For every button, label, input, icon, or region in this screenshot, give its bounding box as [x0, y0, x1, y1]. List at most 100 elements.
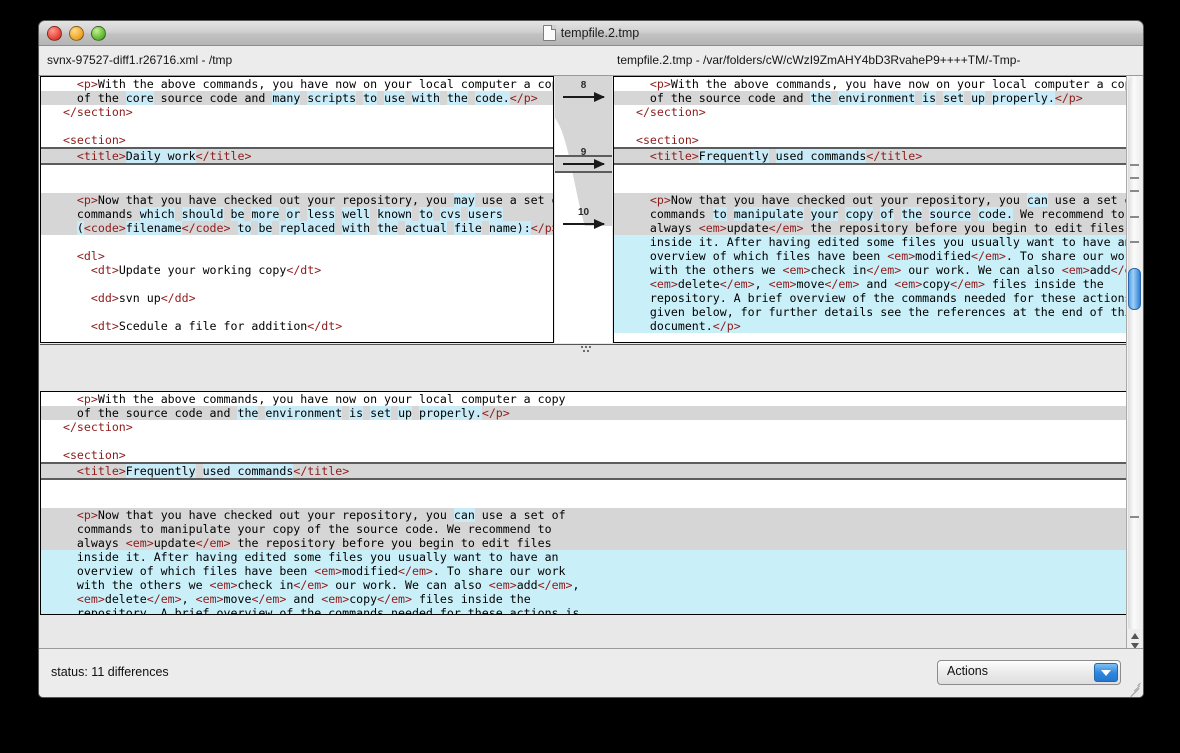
code-text: modified	[915, 249, 972, 263]
code-line: <dt>Update your working copy</dt>	[41, 263, 553, 277]
right-file-path: tempfile.2.tmp - /var/folders/cW/cWzI9Zm…	[617, 53, 1021, 67]
xml-tag: <p>	[76, 77, 98, 91]
xml-tag: <dt>	[90, 263, 119, 277]
code-line: <section>	[614, 133, 1131, 147]
code-text: overview of which files have been	[49, 564, 315, 578]
xml-tag: </dt>	[286, 263, 322, 277]
diff-marker-10[interactable]: 10	[555, 207, 612, 231]
code-text: With the above commands, you have now on…	[97, 77, 554, 91]
code-line: always <em>update</em> the repository be…	[41, 536, 1131, 550]
xml-tag: <em>	[314, 564, 343, 578]
code-text: check in	[810, 263, 867, 277]
xml-tag: </em>	[195, 536, 231, 550]
xml-tag: </em>	[377, 592, 413, 606]
changed-word: code.	[978, 207, 1013, 221]
diff-gutter[interactable]: 8 9 10	[555, 76, 612, 343]
code-line: <p>With the above commands, you have now…	[41, 77, 553, 91]
code-text: commands	[622, 207, 713, 221]
changed-word: can	[1026, 193, 1048, 207]
xml-tag: <code>	[83, 221, 126, 235]
xml-tag: </em>	[537, 578, 573, 592]
vertical-scrollbar-track[interactable]	[1128, 76, 1141, 633]
xml-tag: </dd>	[160, 291, 196, 305]
changed-word: to	[712, 207, 727, 221]
code-text: Now that you have checked out your repos…	[670, 193, 1027, 207]
code-text: Now that you have checked out your repos…	[97, 193, 454, 207]
changed-word: should	[181, 207, 224, 221]
filemerge-window: tempfile.2.tmp svnx-97527-diff1.r26716.x…	[38, 20, 1144, 698]
code-line: with the others we <em>check in</em> our…	[614, 263, 1131, 277]
title-bar[interactable]: tempfile.2.tmp	[39, 21, 1143, 46]
changed-word: the	[810, 91, 832, 105]
code-text: repository. A brief overview of the comm…	[49, 606, 580, 615]
window-resize-grip[interactable]	[1127, 681, 1141, 697]
changed-word: copy	[845, 207, 874, 221]
code-line: <em>delete</em>, <em>move</em> and <em>c…	[614, 277, 1131, 291]
code-line: overview of which files have been <em>mo…	[614, 249, 1131, 263]
xml-tag: </title>	[866, 149, 923, 163]
xml-tag: <em>	[195, 592, 224, 606]
code-text: and	[286, 592, 322, 606]
xml-tag: <p>	[76, 392, 98, 406]
actions-dropdown[interactable]: Actions	[937, 660, 1121, 685]
code-text: Now that you have checked out your repos…	[97, 508, 454, 522]
code-text: use a set of	[1047, 193, 1132, 207]
changed-word: environment	[265, 406, 343, 420]
vertical-scrollbar[interactable]	[1126, 76, 1142, 633]
changed-word: to	[363, 91, 378, 105]
merged-result-pane[interactable]: <p>With the above commands, you have now…	[40, 391, 1132, 615]
pane-splitter[interactable]	[40, 344, 1132, 392]
changed-word: which	[139, 207, 175, 221]
diff-marker-8[interactable]: 8	[555, 80, 612, 104]
xml-tag: <em>	[698, 221, 727, 235]
xml-tag: </em>	[824, 277, 860, 291]
changed-word: can	[453, 508, 475, 522]
xml-tag: <dl>	[76, 249, 105, 263]
diff-marker-number: 9	[580, 147, 587, 158]
document-icon	[542, 25, 556, 41]
changed-word: up	[971, 91, 986, 105]
code-text: delete	[104, 592, 147, 606]
code-text: move	[796, 277, 825, 291]
changed-word: known	[377, 207, 413, 221]
code-line: <section>	[41, 448, 1131, 462]
actions-dropdown-button[interactable]	[1094, 663, 1118, 682]
code-line: commands to manipulate your copy of the …	[614, 207, 1131, 221]
changed-word: is	[349, 406, 364, 420]
code-line: <p>Now that you have checked out your re…	[614, 193, 1131, 207]
scroll-up-icon[interactable]	[1131, 633, 1139, 639]
code-text: update	[726, 221, 769, 235]
vertical-scrollbar-thumb[interactable]	[1128, 268, 1141, 310]
diff-marker-9[interactable]: 9	[555, 147, 612, 171]
code-line: always <em>update</em> the repository be…	[614, 221, 1131, 235]
changed-word: with	[412, 91, 440, 105]
code-line: <title>Daily work</title>	[41, 147, 553, 165]
code-text: . To share our work	[432, 564, 566, 578]
code-text: update	[153, 536, 196, 550]
code-text: of the source code and	[49, 406, 238, 420]
changed-word: be	[258, 221, 273, 235]
xml-tag: </section>	[635, 105, 706, 119]
code-line: repository. A brief overview of the comm…	[614, 291, 1131, 305]
xml-tag: <section>	[62, 133, 126, 147]
right-diff-pane[interactable]: <p>With the above commands, you have now…	[613, 76, 1132, 343]
code-text: copy	[922, 277, 951, 291]
xml-tag: </em>	[866, 263, 902, 277]
file-header-row: svnx-97527-diff1.r26716.xml - /tmp tempf…	[39, 46, 1143, 76]
xml-tag: <em>	[321, 592, 350, 606]
xml-tag: </p>	[1054, 91, 1083, 105]
left-diff-pane[interactable]: <p>With the above commands, you have now…	[40, 76, 554, 343]
left-code-text: <p>With the above commands, you have now…	[41, 77, 553, 333]
xml-tag: <title>	[76, 149, 126, 163]
xml-tag: <section>	[62, 448, 126, 462]
code-text: files inside the	[412, 592, 531, 606]
